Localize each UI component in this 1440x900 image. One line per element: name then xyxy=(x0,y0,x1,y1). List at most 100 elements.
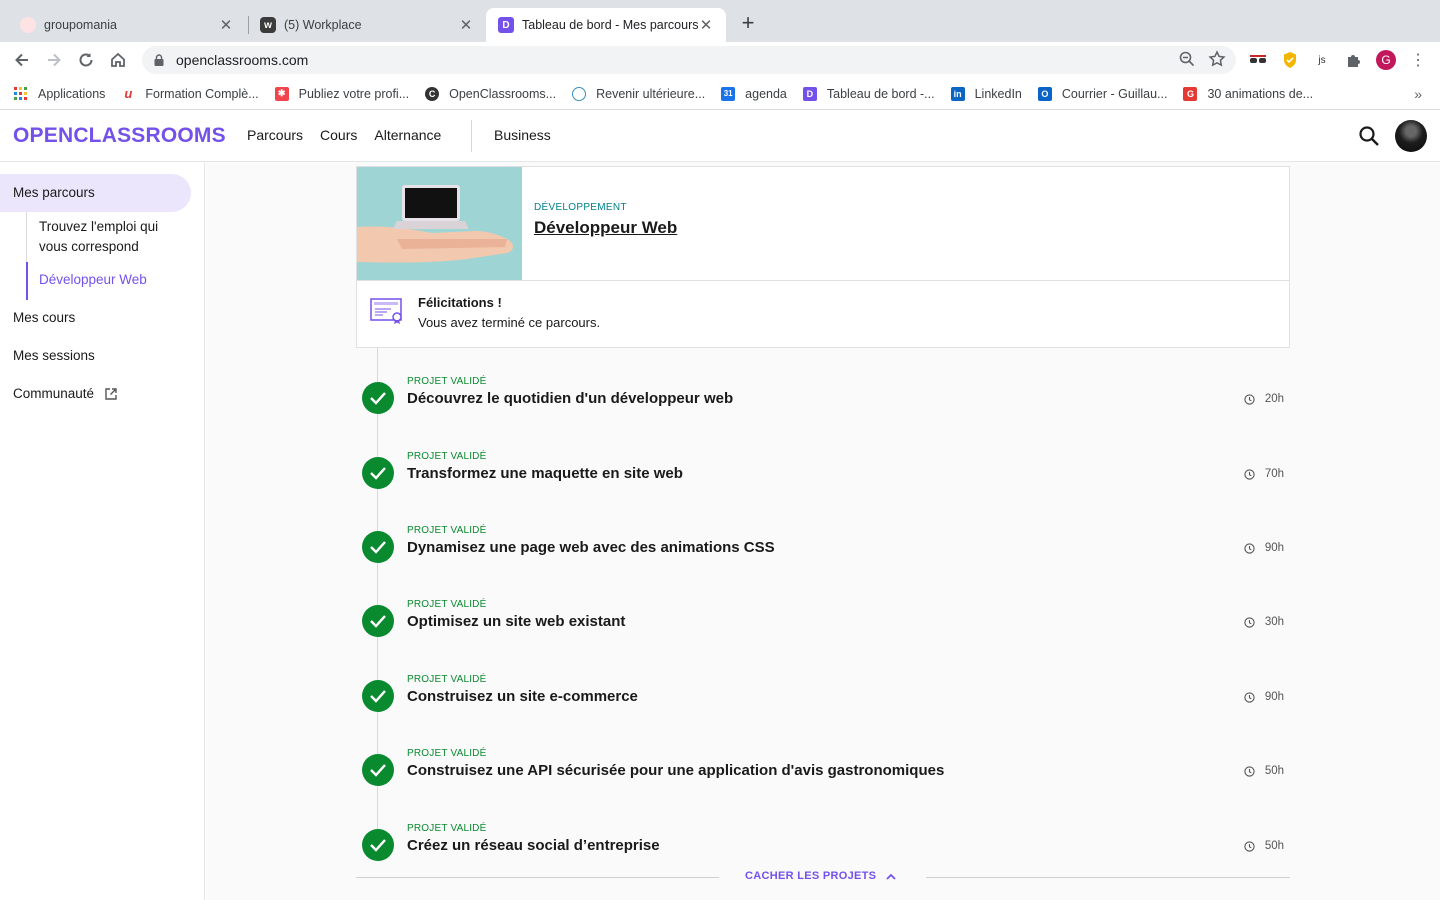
bookmark-animations[interactable]: G 30 animations de... xyxy=(1183,86,1313,101)
workplace-icon: w xyxy=(260,17,276,33)
divider-line xyxy=(926,877,1290,878)
star-icon[interactable] xyxy=(1208,50,1226,68)
project-item[interactable]: PROJET VALIDÉ Construisez une API sécuri… xyxy=(356,748,1290,788)
nav-parcours[interactable]: Parcours xyxy=(247,127,303,143)
home-icon xyxy=(111,52,125,67)
close-icon[interactable]: ✕ xyxy=(698,16,714,34)
nav-alternance[interactable]: Alternance xyxy=(374,127,441,143)
profile-avatar[interactable]: G xyxy=(1376,50,1396,70)
search-icon[interactable] xyxy=(1357,124,1381,148)
bookmark-revenir[interactable]: Revenir ultérieure... xyxy=(572,86,705,101)
apps-grid-icon xyxy=(14,86,28,101)
bookmark-tableau[interactable]: D Tableau de bord -... xyxy=(802,86,935,101)
sidebar-item-label: Communauté xyxy=(13,386,95,401)
path-title[interactable]: Développeur Web xyxy=(534,218,677,238)
certificate-icon xyxy=(370,298,402,324)
bookmark-applications[interactable]: Applications xyxy=(14,86,105,101)
nav-business[interactable]: Business xyxy=(494,127,551,143)
card-divider xyxy=(357,280,1289,281)
hide-projects-button[interactable]: CACHER LES PROJETS xyxy=(745,870,896,882)
sidebar-subitem-developpeur-web[interactable]: Développeur Web xyxy=(39,270,189,290)
duration-value: 50h xyxy=(1264,765,1284,777)
bookmark-linkedin[interactable]: in LinkedIn xyxy=(950,86,1022,101)
puzzle-icon[interactable] xyxy=(1344,50,1364,70)
project-name[interactable]: Transformez une maquette en site web xyxy=(407,465,683,482)
bookmark-courrier[interactable]: O Courrier - Guillau... xyxy=(1037,86,1167,101)
duration-value: 70h xyxy=(1264,468,1284,480)
sidebar-item-communaute[interactable]: Communauté xyxy=(13,386,118,401)
project-item[interactable]: PROJET VALIDÉ Construisez un site e-comm… xyxy=(356,674,1290,714)
project-duration: 90h xyxy=(1244,691,1284,703)
reload-icon xyxy=(79,53,93,67)
main-content: DÉVELOPPEMENT Développeur Web Félicitati… xyxy=(206,162,1440,900)
project-item[interactable]: PROJET VALIDÉ Transformez une maquette e… xyxy=(356,451,1290,491)
calendar-badge: 31 xyxy=(723,89,733,98)
project-status: PROJET VALIDÉ xyxy=(407,376,487,387)
sidebar-item-mes-sessions[interactable]: Mes sessions xyxy=(13,348,95,363)
linkedin-icon: in xyxy=(950,86,965,101)
project-name[interactable]: Dynamisez une page web avec des animatio… xyxy=(407,539,775,556)
forward-button[interactable] xyxy=(42,48,66,72)
project-duration: 70h xyxy=(1244,468,1284,480)
browser-tab-workplace[interactable]: w (5) Workplace ✕ xyxy=(248,8,486,42)
project-name[interactable]: Optimisez un site web existant xyxy=(407,613,625,630)
bookmark-formation[interactable]: u Formation Complè... xyxy=(121,86,259,101)
lock-icon xyxy=(154,54,164,66)
incognito-extension-icon[interactable] xyxy=(1248,50,1268,70)
bookmarks-bar: Applications u Formation Complè... ✱ Pub… xyxy=(0,78,1440,110)
close-icon[interactable]: ✕ xyxy=(458,16,474,34)
sidebar-item-mes-cours[interactable]: Mes cours xyxy=(13,310,75,325)
check-icon xyxy=(362,680,394,712)
duration-value: 50h xyxy=(1264,840,1284,852)
project-status: PROJET VALIDÉ xyxy=(407,525,487,536)
project-duration: 30h xyxy=(1244,616,1284,628)
browser-tab-dashboard[interactable]: D Tableau de bord - Mes parcours ✕ xyxy=(486,8,726,42)
address-bar[interactable]: openclassrooms.com xyxy=(142,46,1236,74)
duration-value: 90h xyxy=(1264,542,1284,554)
openclassrooms-logo[interactable]: OPENCLASSROOMS xyxy=(13,124,226,148)
tab-title: Tableau de bord - Mes parcours xyxy=(522,18,698,32)
tab-title: (5) Workplace xyxy=(284,18,362,32)
sidebar-item-mes-parcours[interactable]: Mes parcours xyxy=(0,174,191,212)
check-icon xyxy=(362,754,394,786)
new-tab-button[interactable]: + xyxy=(736,12,760,36)
project-item[interactable]: PROJET VALIDÉ Optimisez un site web exis… xyxy=(356,599,1290,639)
close-icon[interactable]: ✕ xyxy=(218,16,234,34)
zoom-out-icon[interactable] xyxy=(1178,50,1196,68)
bookmark-label: LinkedIn xyxy=(974,86,1022,101)
project-item[interactable]: PROJET VALIDÉ Créez un réseau social d’e… xyxy=(356,823,1290,863)
calendar-icon: 31 xyxy=(721,86,736,101)
clock-icon xyxy=(1244,691,1255,703)
bookmark-label: Formation Complè... xyxy=(145,86,259,101)
js-extension-icon[interactable]: js xyxy=(1312,50,1332,70)
bookmarks-more-icon[interactable]: » xyxy=(1414,86,1422,102)
external-link-icon xyxy=(105,387,117,400)
user-avatar[interactable] xyxy=(1395,120,1427,152)
main-nav: Parcours Cours Alternance xyxy=(247,127,458,143)
openclassrooms-icon: D xyxy=(802,86,817,101)
reload-button[interactable] xyxy=(74,48,98,72)
project-name[interactable]: Découvrez le quotidien d'un développeur … xyxy=(407,390,733,407)
browser-tabstrip: groupomania ✕ w (5) Workplace ✕ D Tablea… xyxy=(0,0,1440,42)
shield-extension-icon[interactable] xyxy=(1280,50,1300,70)
duration-value: 90h xyxy=(1264,691,1284,703)
bookmark-malt[interactable]: ✱ Publiez votre profi... xyxy=(274,86,409,101)
sidebar-subitem-trouvez-emploi[interactable]: Trouvez l'emploi qui vous correspond xyxy=(39,217,189,257)
project-name[interactable]: Construisez une API sécurisée pour une a… xyxy=(407,762,944,779)
project-name[interactable]: Créez un réseau social d’entreprise xyxy=(407,837,660,854)
project-duration: 50h xyxy=(1244,765,1284,777)
bookmark-openclassrooms[interactable]: C OpenClassrooms... xyxy=(425,86,556,101)
home-button[interactable] xyxy=(106,48,130,72)
browser-tab-groupomania[interactable]: groupomania ✕ xyxy=(8,8,246,42)
check-icon xyxy=(362,531,394,563)
check-icon xyxy=(362,605,394,637)
back-button[interactable] xyxy=(10,48,34,72)
browser-menu-icon[interactable]: ⋮ xyxy=(1408,50,1428,70)
project-item[interactable]: PROJET VALIDÉ Dynamisez une page web ave… xyxy=(356,525,1290,565)
nav-cours[interactable]: Cours xyxy=(320,127,357,143)
project-status: PROJET VALIDÉ xyxy=(407,748,487,759)
project-duration: 20h xyxy=(1244,393,1284,405)
project-name[interactable]: Construisez un site e-commerce xyxy=(407,688,638,705)
bookmark-agenda[interactable]: 31 agenda xyxy=(721,86,787,101)
project-item[interactable]: PROJET VALIDÉ Découvrez le quotidien d'u… xyxy=(356,376,1290,416)
